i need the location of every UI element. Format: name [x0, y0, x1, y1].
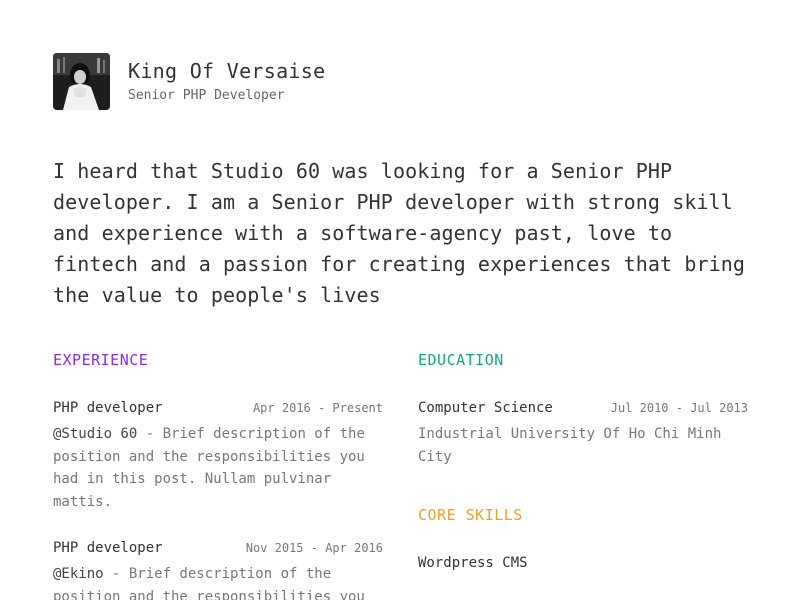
education-column: EDUCATION Computer Science Jul 2010 - Ju… — [418, 347, 748, 576]
experience-description: @Ekino - Brief description of the positi… — [53, 563, 383, 600]
experience-company: @Ekino — [53, 566, 104, 582]
skill-item: Wordpress CMS — [418, 555, 528, 571]
skills-heading: CORE SKILLS — [418, 506, 523, 524]
education-school: Industrial University Of Ho Chi Minh Cit… — [418, 426, 722, 465]
experience-company: @Studio 60 — [53, 426, 138, 442]
experience-column: EXPERIENCE PHP developer Apr 2016 - Pres… — [53, 347, 383, 600]
experience-date: Apr 2016 - Present — [252, 401, 383, 415]
education-entry: Computer Science Jul 2010 - Jul 2013 Ind… — [418, 395, 748, 468]
intro-text: I heard that Studio 60 was looking for a… — [53, 159, 746, 307]
experience-role: PHP developer — [53, 540, 163, 556]
experience-entry: PHP developer Apr 2016 - Present @Studio… — [53, 395, 383, 513]
experience-date: Nov 2015 - Apr 2016 — [245, 541, 383, 555]
profile-name: King Of Versaise — [128, 58, 326, 83]
resume-page: King Of Versaise Senior PHP Developer I … — [0, 0, 800, 600]
education-degree: Computer Science — [418, 400, 553, 416]
profile-header: King Of Versaise Senior PHP Developer — [53, 53, 325, 110]
name-block: King Of Versaise Senior PHP Developer — [128, 58, 325, 106]
experience-entry: PHP developer Nov 2015 - Apr 2016 @Ekino… — [53, 535, 383, 600]
avatar — [53, 53, 110, 110]
avatar-photo — [53, 53, 110, 110]
experience-heading: EXPERIENCE — [53, 351, 149, 369]
experience-description: @Studio 60 - Brief description of the po… — [53, 423, 383, 513]
skills-section: CORE SKILLS Wordpress CMS — [418, 502, 748, 576]
profile-title: Senior PHP Developer — [128, 87, 285, 103]
experience-role: PHP developer — [53, 400, 163, 416]
education-date: Jul 2010 - Jul 2013 — [610, 401, 748, 415]
education-heading: EDUCATION — [418, 351, 504, 369]
